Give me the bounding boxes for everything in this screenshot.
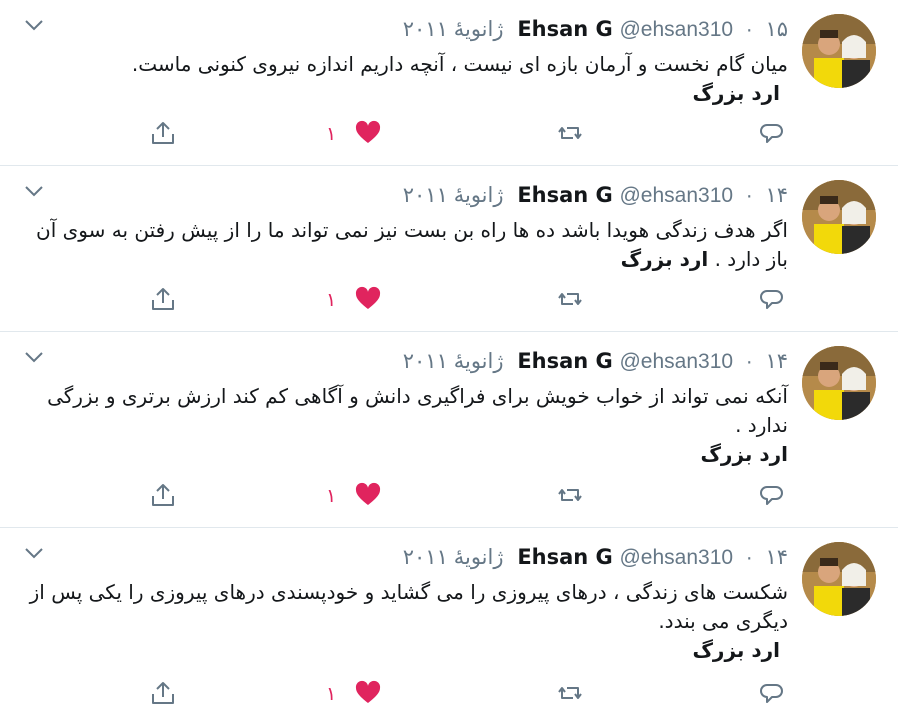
tweet-header: Ehsan G @ehsan310 · ۱۴ ژانویهٔ ۲۰۱۱ <box>403 182 788 208</box>
tweet-actions: ۱ <box>0 482 898 512</box>
retweet-icon <box>558 127 582 139</box>
retweet-button[interactable] <box>557 286 583 316</box>
avatar-image <box>802 542 876 616</box>
separator-dot: · <box>745 184 753 207</box>
avatar[interactable] <box>802 180 876 254</box>
like-button[interactable] <box>355 482 381 512</box>
avatar-image <box>802 14 876 88</box>
tweet-body: میان گام نخست و آرمان بازه ای نیست ، آنچ… <box>131 52 788 76</box>
reply-icon <box>760 124 783 143</box>
tweet-actions: ۱ <box>0 680 898 710</box>
like-button[interactable] <box>355 120 381 150</box>
reply-button[interactable] <box>759 482 785 512</box>
share-icon <box>152 122 174 144</box>
retweet-button[interactable] <box>557 120 583 150</box>
tweet-signature: ارد بزرگ <box>692 81 780 105</box>
separator-dot: · <box>745 350 753 373</box>
user-handle[interactable]: @ehsan310 <box>619 546 733 569</box>
like-count: ۱ <box>326 485 337 507</box>
tweet-body: آنکه نمی تواند از خواب خویش برای فراگیری… <box>47 384 788 437</box>
tweet-actions: ۱ <box>0 286 898 316</box>
display-name[interactable]: Ehsan G <box>517 349 612 373</box>
chevron-down-icon[interactable] <box>24 184 44 198</box>
reply-button[interactable] <box>759 680 785 710</box>
retweet-icon <box>558 489 582 501</box>
tweet-header: Ehsan G @ehsan310 · ۱۴ ژانویهٔ ۲۰۱۱ <box>403 544 788 570</box>
display-name[interactable]: Ehsan G <box>517 17 612 41</box>
reply-icon <box>760 684 783 703</box>
separator-dot: · <box>745 546 753 569</box>
share-icon <box>152 484 174 506</box>
tweet-text: اگر هدف زندگی هویدا باشد ده ها راه بن بس… <box>22 216 788 274</box>
user-handle[interactable]: @ehsan310 <box>619 18 733 41</box>
display-name[interactable]: Ehsan G <box>517 545 612 569</box>
reply-icon <box>760 290 783 309</box>
avatar-image <box>802 346 876 420</box>
chevron-down-icon[interactable] <box>24 546 44 560</box>
display-name[interactable]: Ehsan G <box>517 183 612 207</box>
tweet-text: آنکه نمی تواند از خواب خویش برای فراگیری… <box>22 382 788 469</box>
share-button[interactable] <box>150 120 176 150</box>
tweet-signature: ارد بزرگ <box>620 247 709 271</box>
user-handle[interactable]: @ehsan310 <box>619 184 733 207</box>
tweet[interactable]: Ehsan G @ehsan310 · ۱۵ ژانویهٔ ۲۰۱۱ میان… <box>0 0 898 166</box>
retweet-button[interactable] <box>557 482 583 512</box>
tweet[interactable]: Ehsan G @ehsan310 · ۱۴ ژانویهٔ ۲۰۱۱ شکست… <box>0 528 898 725</box>
chevron-down-icon[interactable] <box>24 18 44 32</box>
user-handle[interactable]: @ehsan310 <box>619 350 733 373</box>
tweet-signature: ارد بزرگ <box>700 442 788 466</box>
like-count: ۱ <box>326 123 337 145</box>
like-button[interactable] <box>355 286 381 316</box>
separator-dot: · <box>745 18 753 41</box>
tweet-actions: ۱ <box>0 120 898 150</box>
avatar[interactable] <box>802 346 876 420</box>
retweet-icon <box>558 293 582 305</box>
reply-button[interactable] <box>759 120 785 150</box>
share-button[interactable] <box>150 286 176 316</box>
heart-icon <box>355 680 381 703</box>
avatar[interactable] <box>802 14 876 88</box>
tweet-text: میان گام نخست و آرمان بازه ای نیست ، آنچ… <box>22 50 788 108</box>
retweet-icon <box>558 687 582 699</box>
tweet[interactable]: Ehsan G @ehsan310 · ۱۴ ژانویهٔ ۲۰۱۱ آنکه… <box>0 332 898 528</box>
avatar-image <box>802 180 876 254</box>
reply-button[interactable] <box>759 286 785 316</box>
like-count: ۱ <box>326 289 337 311</box>
tweet-header: Ehsan G @ehsan310 · ۱۵ ژانویهٔ ۲۰۱۱ <box>403 16 788 42</box>
tweet-signature: ارد بزرگ <box>692 638 780 662</box>
share-button[interactable] <box>150 482 176 512</box>
like-button[interactable] <box>355 680 381 710</box>
heart-icon <box>355 120 381 143</box>
like-count: ۱ <box>326 683 337 705</box>
reply-icon <box>760 486 783 505</box>
chevron-down-icon[interactable] <box>24 350 44 364</box>
tweet[interactable]: Ehsan G @ehsan310 · ۱۴ ژانویهٔ ۲۰۱۱ اگر … <box>0 166 898 332</box>
tweet-body: شکست های زندگی ، درهای پیروزی را می گشای… <box>29 580 788 633</box>
heart-icon <box>355 286 381 309</box>
tweet-text: شکست های زندگی ، درهای پیروزی را می گشای… <box>22 578 788 665</box>
retweet-button[interactable] <box>557 680 583 710</box>
heart-icon <box>355 482 381 505</box>
avatar[interactable] <box>802 542 876 616</box>
share-button[interactable] <box>150 680 176 710</box>
tweet-header: Ehsan G @ehsan310 · ۱۴ ژانویهٔ ۲۰۱۱ <box>403 348 788 374</box>
share-icon <box>152 682 174 704</box>
share-icon <box>152 288 174 310</box>
